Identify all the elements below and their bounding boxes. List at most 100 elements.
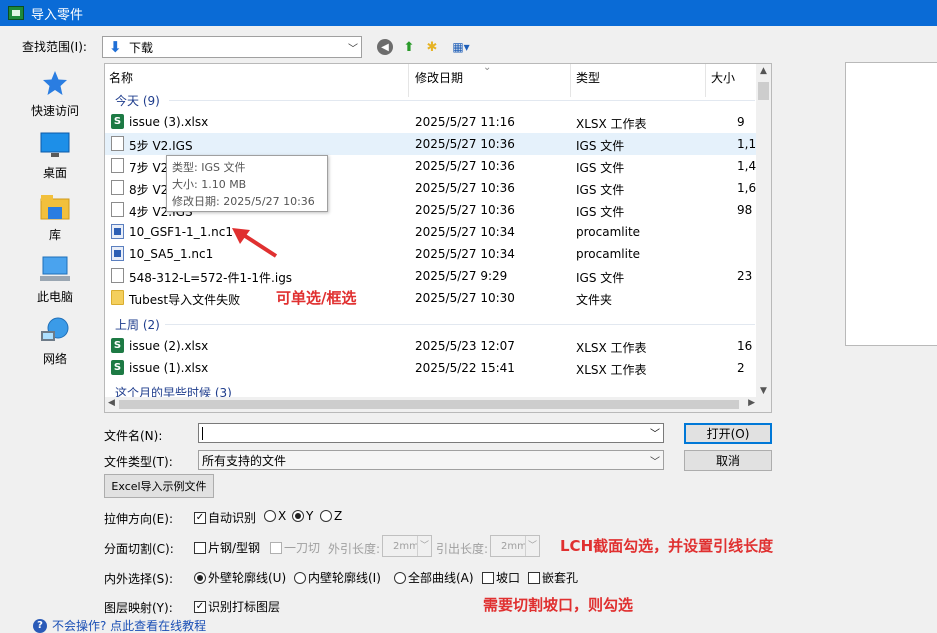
place-library[interactable]: 库 — [16, 192, 94, 243]
file-row[interactable]: 548-312-L=572-件1-1件.igs 2025/5/27 9:29 I… — [105, 265, 758, 287]
radio-button — [394, 571, 406, 584]
column-divider[interactable] — [408, 64, 409, 97]
sheet-steel-label: 片钢/型钢 — [208, 541, 261, 555]
lookin-combo[interactable]: ⬇ 下载 ﹀ — [102, 36, 362, 58]
file-row-selected[interactable]: 5步 V2.IGS 2025/5/27 10:36 IGS 文件 1,13 — [105, 133, 764, 155]
nc-file-icon — [111, 246, 124, 261]
file-modified: 2025/5/27 10:36 — [415, 137, 515, 151]
bevel-checkbox[interactable]: 坡口 — [482, 569, 520, 586]
checkbox — [194, 541, 206, 554]
radio-all-curves[interactable]: 全部曲线(A) — [394, 569, 474, 586]
file-name: 548-312-L=572-件1-1件.igs — [129, 271, 293, 285]
column-type[interactable]: 类型 — [576, 69, 600, 86]
file-name: 7步 V2 — [129, 161, 169, 175]
help-link[interactable]: ? 不会操作? 点此查看在线教程 — [33, 617, 206, 633]
column-divider[interactable] — [570, 64, 571, 97]
file-modified: 2025/5/27 10:34 — [415, 247, 515, 261]
scroll-left-icon[interactable]: ◀ — [108, 398, 115, 408]
file-modified: 2025/5/27 10:36 — [415, 181, 515, 195]
annotation-bevel: 需要切割坡口，则勾选 — [483, 596, 634, 614]
window-title: 导入零件 — [31, 7, 84, 23]
file-type: procamlite — [576, 247, 641, 261]
place-network[interactable]: 网络 — [16, 316, 94, 367]
group-header-last-week[interactable]: 上周 (2) — [115, 316, 160, 333]
column-header: 名称 ⌄ 修改日期 类型 大小 — [105, 64, 758, 97]
layer-mapping-checkbox[interactable]: ✓ 识别打标图层 — [194, 598, 280, 615]
radio-button-selected — [194, 571, 206, 584]
download-icon: ⬇ — [109, 38, 122, 56]
vertical-scrollbar[interactable]: ▲ ▼ — [756, 64, 771, 398]
column-name[interactable]: 名称 — [109, 69, 133, 86]
filetype-select[interactable]: 所有支持的文件 ﹀ — [198, 450, 664, 470]
excel-example-button[interactable]: Excel导入示例文件 — [104, 474, 214, 498]
star-icon — [39, 68, 71, 98]
radio-y-label: Y — [306, 509, 314, 523]
bevel-label: 坡口 — [496, 571, 521, 585]
one-cut-checkbox[interactable]: 一刀切 — [270, 539, 320, 556]
radio-outer-contour[interactable]: 外壁轮廓线(U) — [194, 569, 286, 586]
annotation-select: 可单选/框选 — [276, 289, 357, 307]
file-size: 2 — [737, 361, 745, 375]
column-size[interactable]: 大小 — [711, 69, 735, 86]
up-folder-icon[interactable]: ⬆ — [400, 38, 418, 56]
file-icon — [111, 268, 124, 283]
auto-detect-checkbox[interactable]: ✓ 自动识别 — [194, 509, 256, 526]
horizontal-scroll-thumb[interactable] — [119, 400, 739, 409]
column-divider[interactable] — [705, 64, 706, 97]
place-this-pc[interactable]: 此电脑 — [16, 254, 94, 305]
scroll-up-icon[interactable]: ▲ — [756, 66, 771, 76]
file-type: IGS 文件 — [576, 205, 625, 219]
text-caret — [202, 427, 203, 440]
one-cut-label: 一刀切 — [284, 541, 321, 555]
place-quick-access[interactable]: 快速访问 — [16, 68, 94, 119]
open-button[interactable]: 打开(O) — [684, 423, 772, 444]
file-row[interactable]: 10_GSF1-1_1.nc1 2025/5/27 10:34 procamli… — [105, 221, 758, 243]
file-row[interactable]: S issue (3).xlsx 2025/5/27 11:16 XLSX 工作… — [105, 111, 758, 133]
chevron-down-icon[interactable]: ﹀ — [650, 425, 660, 440]
file-type: XLSX 工作表 — [576, 363, 647, 377]
filename-input[interactable]: ﹀ — [198, 423, 664, 443]
scroll-down-icon[interactable]: ▼ — [756, 386, 771, 396]
place-desktop[interactable]: 桌面 — [16, 130, 94, 181]
radio-inner-contour[interactable]: 内壁轮廓线(I) — [294, 569, 381, 586]
nc-file-icon — [111, 224, 124, 239]
checkbox-disabled — [270, 541, 282, 554]
cancel-button[interactable]: 取消 — [684, 450, 772, 471]
scroll-corner — [756, 397, 771, 412]
radio-button — [264, 510, 276, 522]
help-icon: ? — [33, 618, 47, 633]
new-folder-icon[interactable]: ✱ — [423, 38, 441, 56]
file-name: issue (3).xlsx — [129, 115, 209, 129]
lead-in-value: 2mm — [393, 540, 419, 552]
horizontal-scrollbar[interactable]: ◀ ▶ — [105, 397, 758, 412]
lead-in-label: 外引长度: — [328, 542, 381, 556]
split-label: 分面切割(C): — [104, 542, 174, 556]
file-row[interactable]: Tubest导入文件失败 2025/5/27 10:30 文件夹 — [105, 287, 758, 309]
lead-in-select[interactable]: 2mm ﹀ — [382, 535, 432, 557]
file-name: 10_SA5_1.nc1 — [129, 247, 214, 261]
vertical-scroll-thumb[interactable] — [758, 82, 769, 100]
nested-hole-checkbox[interactable]: 嵌套孔 — [528, 569, 578, 586]
file-row[interactable]: S issue (1).xlsx 2025/5/22 15:41 XLSX 工作… — [105, 357, 758, 379]
network-icon — [39, 316, 71, 346]
radio-button — [320, 510, 332, 522]
file-type: 文件夹 — [576, 293, 613, 307]
lead-out-select[interactable]: 2mm ﹀ — [490, 535, 540, 557]
chevron-down-icon: ﹀ — [348, 43, 358, 55]
file-type: XLSX 工作表 — [576, 341, 647, 355]
back-icon[interactable]: ◀ — [377, 39, 393, 55]
file-row[interactable]: S issue (2).xlsx 2025/5/23 12:07 XLSX 工作… — [105, 335, 758, 357]
column-modified[interactable]: 修改日期 — [415, 69, 463, 86]
group-header-today[interactable]: 今天 (9) — [115, 92, 160, 109]
scroll-right-icon[interactable]: ▶ — [748, 398, 755, 408]
sheet-steel-checkbox[interactable]: 片钢/型钢 — [194, 539, 260, 556]
radio-x[interactable]: X — [264, 509, 286, 523]
radio-y[interactable]: Y — [292, 509, 313, 523]
view-menu-icon[interactable]: ▦▾ — [447, 38, 475, 56]
file-list[interactable]: 名称 ⌄ 修改日期 类型 大小 今天 (9) S issue (3).xlsx … — [104, 63, 772, 413]
radio-z[interactable]: Z — [320, 509, 342, 523]
file-size: 16 — [737, 339, 753, 353]
file-type: XLSX 工作表 — [576, 117, 647, 131]
file-row[interactable]: 10_SA5_1.nc1 2025/5/27 10:34 procamlite — [105, 243, 758, 265]
place-label: 桌面 — [42, 166, 67, 180]
